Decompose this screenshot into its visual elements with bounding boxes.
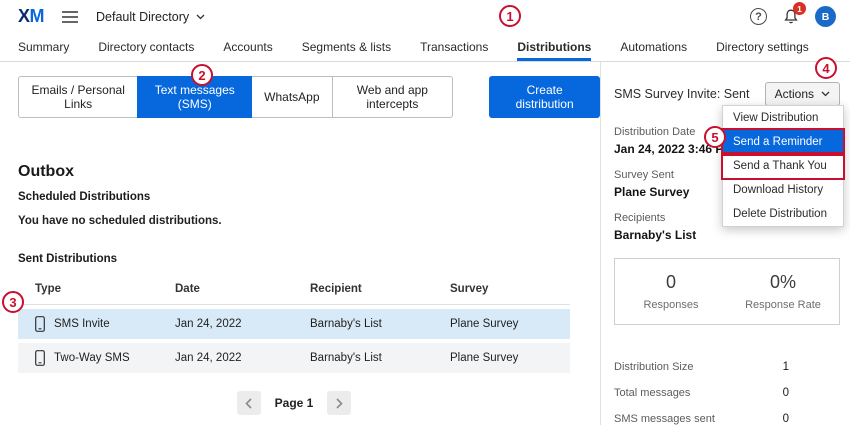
menu-item-view-distribution[interactable]: View Distribution xyxy=(723,106,843,130)
annotation-step-1: 1 xyxy=(499,5,521,27)
actions-button[interactable]: Actions xyxy=(765,82,840,106)
annotation-step-2: 2 xyxy=(191,64,213,86)
previous-page-button[interactable] xyxy=(237,391,261,415)
stat-response-rate: 0% Response Rate xyxy=(727,272,839,311)
tab-distributions[interactable]: Distributions xyxy=(517,33,591,61)
xm-logo: XM xyxy=(18,6,44,27)
annotation-step-3: 3 xyxy=(2,291,24,313)
directory-label: Default Directory xyxy=(96,10,189,24)
hamburger-menu-icon[interactable] xyxy=(62,11,78,23)
metric-sms-messages-sent: SMS messages sent 0 xyxy=(614,413,789,425)
field-value: Barnaby's List xyxy=(614,228,840,242)
pagination: Page 1 xyxy=(18,391,570,415)
avatar[interactable]: B xyxy=(815,6,836,27)
detail-title: SMS Survey Invite: Sent xyxy=(614,87,749,101)
metric-value: 0 xyxy=(783,387,789,399)
stat-label: Response Rate xyxy=(727,299,839,311)
chevron-down-icon xyxy=(821,91,830,97)
scheduled-empty-text: You have no scheduled distributions. xyxy=(18,215,600,227)
column-header-date: Date xyxy=(175,283,310,295)
cell-recipient: Barnaby's List xyxy=(310,352,450,364)
table-row-sms-invite[interactable]: SMS Invite Jan 24, 2022 Barnaby's List P… xyxy=(18,309,570,339)
sent-distributions-heading: Sent Distributions xyxy=(18,253,600,265)
sent-distributions-table: Type Date Recipient Survey SMS Invite Ja… xyxy=(18,275,570,373)
phone-icon xyxy=(35,316,45,332)
topbar: XM Default Directory ? 1 B xyxy=(0,0,850,33)
create-distribution-button[interactable]: Create distribution xyxy=(489,76,600,118)
metric-value: 0 xyxy=(783,413,789,425)
stat-value: 0% xyxy=(727,272,839,293)
directory-selector[interactable]: Default Directory xyxy=(96,10,205,24)
metric-value: 1 xyxy=(783,361,789,373)
channel-web-intercepts-button[interactable]: Web and app intercepts xyxy=(332,76,454,118)
app-window: XM Default Directory ? 1 B Summary Direc… xyxy=(0,0,850,425)
menu-item-send-a-thank-you[interactable]: Send a Thank You xyxy=(723,154,843,178)
next-page-button[interactable] xyxy=(327,391,351,415)
tab-directory-settings[interactable]: Directory settings xyxy=(716,33,809,61)
menu-item-send-a-reminder[interactable]: Send a Reminder xyxy=(723,130,843,154)
column-header-type: Type xyxy=(35,283,175,295)
annotation-step-4: 4 xyxy=(815,57,837,79)
page-label: Page 1 xyxy=(275,396,314,410)
cell-recipient: Barnaby's List xyxy=(310,318,450,330)
cell-survey: Plane Survey xyxy=(450,318,570,330)
outbox-title: Outbox xyxy=(18,163,600,181)
avatar-initial: B xyxy=(822,11,830,23)
metric-label: Total messages xyxy=(614,387,690,399)
table-row-two-way-sms[interactable]: Two-Way SMS Jan 24, 2022 Barnaby's List … xyxy=(18,343,570,373)
actions-dropdown-menu: View Distribution Send a Reminder Send a… xyxy=(722,105,844,227)
help-glyph: ? xyxy=(755,11,762,23)
menu-item-delete-distribution[interactable]: Delete Distribution xyxy=(723,202,843,226)
actions-label: Actions xyxy=(775,87,814,101)
cell-date: Jan 24, 2022 xyxy=(175,318,310,330)
channel-emails-button[interactable]: Emails / Personal Links xyxy=(18,76,138,118)
tab-accounts[interactable]: Accounts xyxy=(223,33,272,61)
metric-total-messages: Total messages 0 xyxy=(614,387,789,399)
logo-letter-x: X xyxy=(18,6,30,26)
tab-summary[interactable]: Summary xyxy=(18,33,69,61)
scheduled-distributions-heading: Scheduled Distributions xyxy=(18,191,600,203)
tab-automations[interactable]: Automations xyxy=(620,33,687,61)
notifications-bell-icon[interactable]: 1 xyxy=(783,8,799,25)
menu-item-download-history[interactable]: Download History xyxy=(723,178,843,202)
cell-type: Two-Way SMS xyxy=(54,352,130,364)
tab-directory-contacts[interactable]: Directory contacts xyxy=(98,33,194,61)
metric-label: SMS messages sent xyxy=(614,413,715,425)
tab-transactions[interactable]: Transactions xyxy=(420,33,488,61)
metric-label: Distribution Size xyxy=(614,361,693,373)
channel-button-group: Emails / Personal Links Text messages (S… xyxy=(18,76,453,118)
column-header-survey: Survey xyxy=(450,283,570,295)
notification-badge: 1 xyxy=(793,2,806,15)
cell-date: Jan 24, 2022 xyxy=(175,352,310,364)
stat-responses: 0 Responses xyxy=(615,272,727,311)
annotation-step-5: 5 xyxy=(704,126,726,148)
stat-value: 0 xyxy=(615,272,727,293)
table-header-row: Type Date Recipient Survey xyxy=(18,275,570,305)
cell-survey: Plane Survey xyxy=(450,352,570,364)
logo-letter-m: M xyxy=(30,6,45,26)
distribution-detail-panel: SMS Survey Invite: Sent Actions Distribu… xyxy=(600,62,850,425)
metric-distribution-size: Distribution Size 1 xyxy=(614,361,789,373)
phone-icon xyxy=(35,350,45,366)
stat-label: Responses xyxy=(615,299,727,311)
directory-nav-tabs: Summary Directory contacts Accounts Segm… xyxy=(0,33,850,62)
column-header-recipient: Recipient xyxy=(310,283,450,295)
tab-segments-lists[interactable]: Segments & lists xyxy=(302,33,391,61)
metrics-list: Distribution Size 1 Total messages 0 SMS… xyxy=(614,361,840,425)
channel-whatsapp-button[interactable]: WhatsApp xyxy=(251,76,332,118)
cell-type: SMS Invite xyxy=(54,318,110,330)
distributions-main: Emails / Personal Links Text messages (S… xyxy=(0,62,600,425)
response-stats-box: 0 Responses 0% Response Rate xyxy=(614,258,840,325)
chevron-down-icon xyxy=(196,14,205,20)
help-icon[interactable]: ? xyxy=(750,8,767,25)
